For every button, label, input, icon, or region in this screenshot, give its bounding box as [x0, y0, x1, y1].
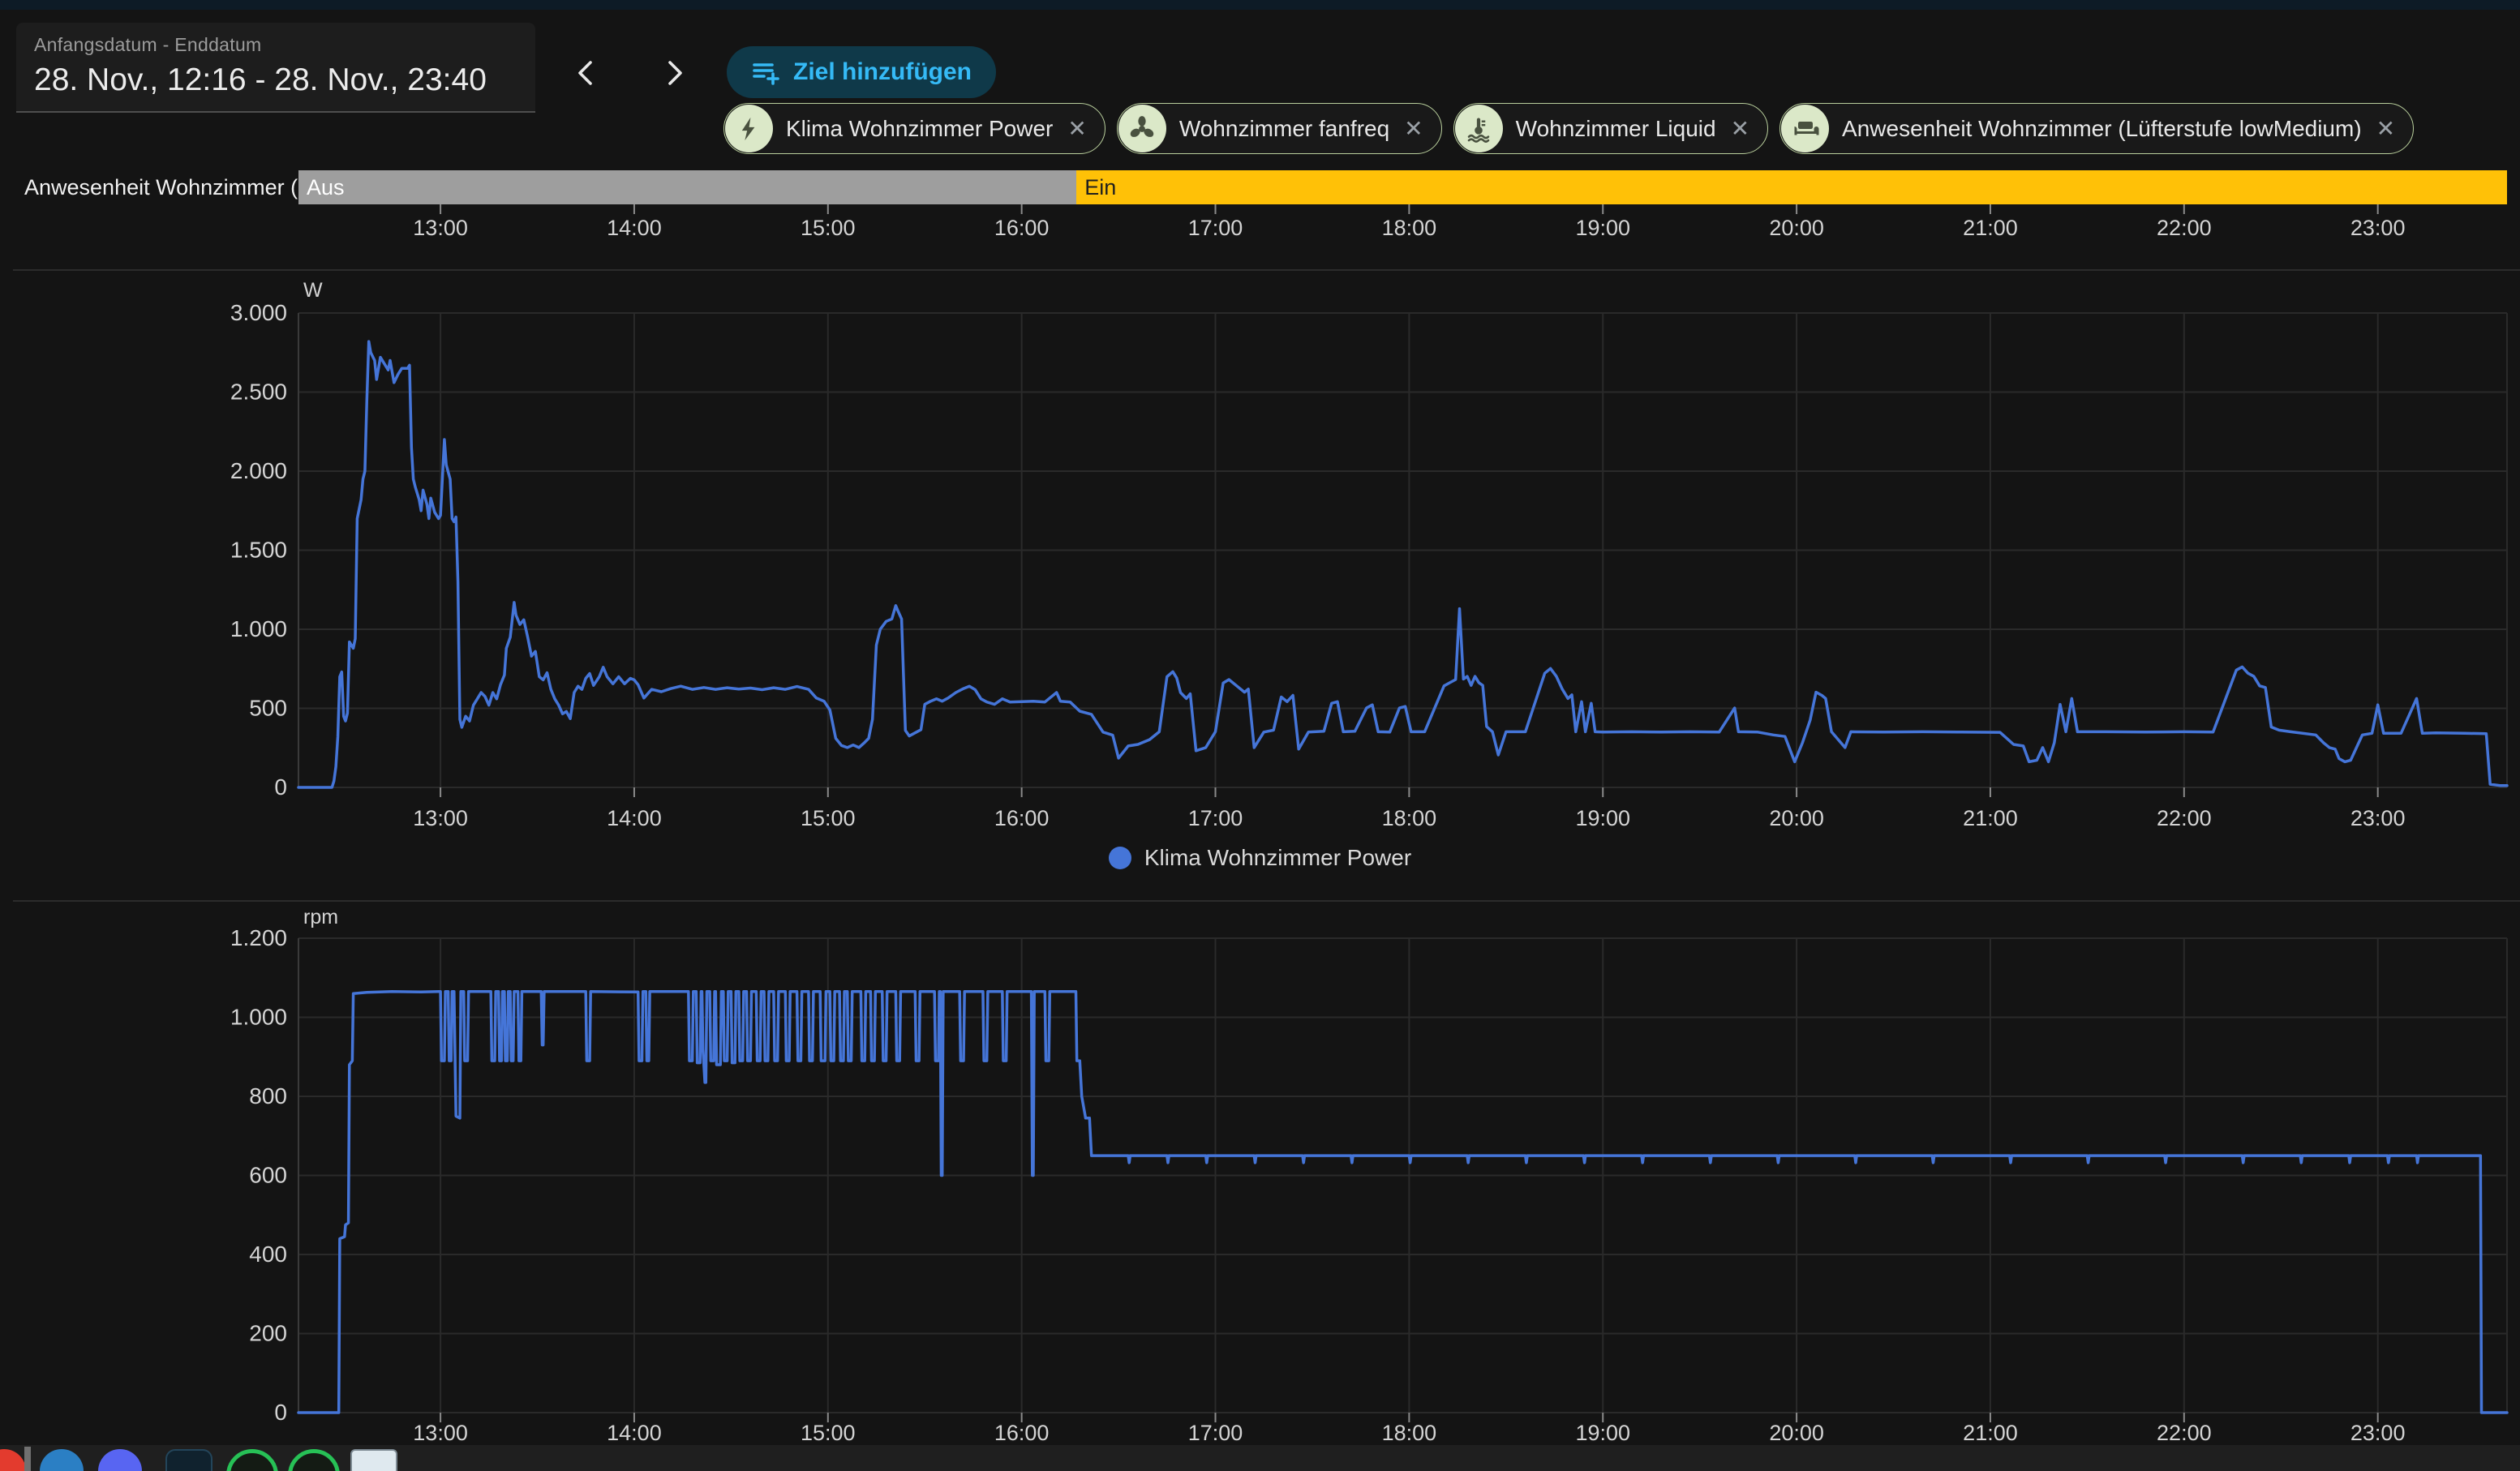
y-axis-label: 1.200	[230, 925, 287, 950]
x-axis-label: 23:00	[2350, 806, 2406, 830]
timeline-axis-label: 19:00	[1575, 216, 1630, 240]
notepad-icon[interactable]	[350, 1449, 397, 1471]
x-axis-label: 16:00	[994, 806, 1050, 830]
x-axis-label: 19:00	[1575, 1421, 1630, 1445]
y-axis-label: 2.500	[230, 380, 287, 405]
x-axis-label: 23:00	[2350, 1421, 2406, 1445]
x-axis-label: 15:00	[801, 806, 856, 830]
y-axis-label: 1.500	[230, 538, 287, 563]
y-axis-unit-label: W	[303, 279, 323, 302]
y-axis-label: 1.000	[230, 1005, 287, 1030]
legend-series-marker	[1109, 847, 1131, 869]
x-axis-label: 15:00	[801, 1421, 856, 1445]
y-axis-label: 500	[249, 696, 287, 721]
x-axis-label: 21:00	[1963, 1421, 2018, 1445]
y-axis-label: 0	[274, 774, 287, 800]
x-axis-label: 22:00	[2157, 1421, 2212, 1445]
chrome-icon[interactable]	[0, 1449, 26, 1471]
discord-icon[interactable]	[98, 1449, 142, 1471]
history-dashboard: Anfangsdatum - Enddatum 28. Nov., 12:16 …	[0, 0, 2520, 1471]
taskbar-divider	[24, 1447, 31, 1471]
y-axis-label: 600	[249, 1163, 287, 1188]
timeline-axis-label: 20:00	[1769, 216, 1824, 240]
y-axis-label: 0	[274, 1400, 287, 1425]
x-axis-label: 14:00	[607, 806, 662, 830]
y-axis-label: 1.000	[230, 616, 287, 641]
x-axis-label: 18:00	[1382, 1421, 1437, 1445]
power-chart-series-line[interactable]	[298, 341, 2507, 787]
x-axis-label: 22:00	[2157, 806, 2212, 830]
x-axis-label: 20:00	[1769, 1421, 1824, 1445]
charts-canvas: 13:00 14:00 15:00 16:00 17:00 18:00 19:00 20:00…	[0, 0, 2520, 1471]
legend-series-label: Klima Wohnzimmer Power	[1144, 845, 1411, 871]
timeline-axis-label: 15:00	[801, 216, 856, 240]
power-chart-legend[interactable]: Klima Wohnzimmer Power	[0, 845, 2520, 871]
fan-chart-series-line[interactable]	[298, 992, 2507, 1413]
whatsapp-icon[interactable]	[226, 1449, 278, 1471]
timeline-axis-label: 18:00	[1382, 216, 1437, 240]
timeline-axis-label: 14:00	[607, 216, 662, 240]
y-axis-label: 800	[249, 1083, 287, 1109]
x-axis-label: 19:00	[1575, 806, 1630, 830]
timeline-axis-label: 23:00	[2350, 216, 2406, 240]
timeline-axis-label: 16:00	[994, 216, 1050, 240]
timeline-axis-label: 17:00	[1188, 216, 1243, 240]
x-axis-label: 13:00	[413, 1421, 468, 1445]
blue-app-icon[interactable]	[40, 1449, 84, 1471]
x-axis-label: 14:00	[607, 1421, 662, 1445]
y-axis-label: 2.000	[230, 458, 287, 483]
y-axis-label: 200	[249, 1321, 287, 1346]
whatsapp-icon-2[interactable]	[288, 1449, 340, 1471]
x-axis-label: 21:00	[1963, 806, 2018, 830]
y-axis-label: 400	[249, 1242, 287, 1267]
windows-taskbar[interactable]	[0, 1445, 2520, 1471]
x-axis-label: 17:00	[1188, 1421, 1243, 1445]
x-axis-label: 17:00	[1188, 806, 1243, 830]
x-axis-label: 13:00	[413, 806, 468, 830]
y-axis-label: 3.000	[230, 300, 287, 325]
dark-app-icon[interactable]	[165, 1449, 213, 1471]
timeline-axis-label: 13:00	[413, 216, 468, 240]
x-axis-label: 20:00	[1769, 806, 1824, 830]
x-axis-label: 18:00	[1382, 806, 1437, 830]
x-axis-label: 16:00	[994, 1421, 1050, 1445]
timeline-axis-label: 22:00	[2157, 216, 2212, 240]
y-axis-unit-label: rpm	[303, 906, 338, 928]
timeline-axis-label: 21:00	[1963, 216, 2018, 240]
